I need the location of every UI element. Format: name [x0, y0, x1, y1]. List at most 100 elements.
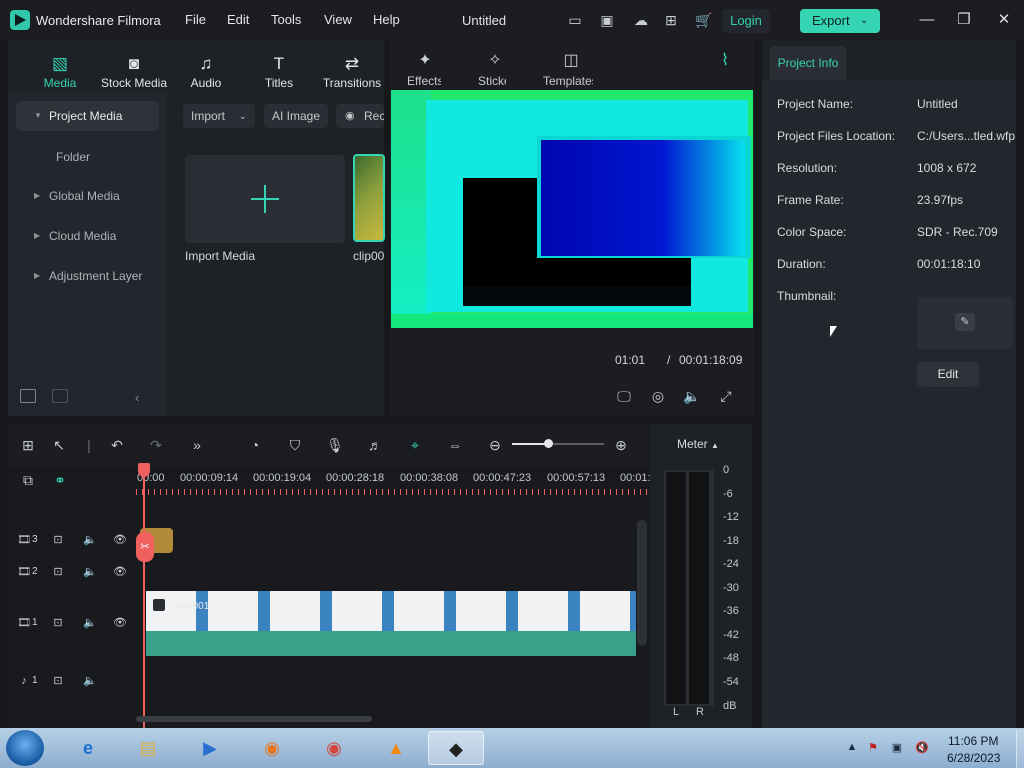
new-folder-icon[interactable] [20, 389, 36, 403]
preview-video[interactable] [391, 90, 753, 328]
audio-edit-icon[interactable]: ♬ [366, 436, 384, 454]
menu-tools[interactable]: Tools [271, 12, 301, 27]
tab-effects-label[interactable]: Effects [407, 74, 441, 88]
internet-explorer-icon[interactable]: e [60, 731, 116, 765]
select-pointer-icon[interactable]: ↖ [50, 436, 68, 454]
timeline-vertical-scrollbar[interactable] [637, 520, 647, 646]
volume-icon[interactable]: 🔈 [683, 388, 701, 404]
scissors-icon[interactable]: ✂ [136, 532, 154, 562]
speaker-icon[interactable]: 🔈 [82, 673, 98, 689]
zoom-out-icon[interactable]: ⊖ [486, 436, 504, 454]
clip-type-icon [153, 599, 165, 611]
templates-icon[interactable]: ◫ [560, 50, 582, 72]
speed-icon[interactable]: ◔ [246, 436, 264, 454]
sidebar-item-project-media[interactable]: ▼ Project Media [16, 101, 159, 131]
import-media-tile[interactable] [185, 155, 345, 243]
show-desktop-button[interactable] [1016, 730, 1024, 768]
menu-view[interactable]: View [324, 12, 352, 27]
timeline-horizontal-scrollbar[interactable] [136, 716, 372, 722]
add-track-icon[interactable]: ⧉ [19, 471, 37, 489]
waveform-chart-icon[interactable]: ⌇ [714, 50, 736, 72]
close-icon[interactable]: ✕ [995, 11, 1013, 29]
import-dropdown[interactable]: Import ⌄ [183, 104, 255, 128]
save-icon[interactable]: ▣ [598, 11, 616, 29]
mouse-cursor-icon [830, 326, 837, 337]
marker-icon[interactable]: ⛉ [286, 436, 304, 454]
collapse-sidebar-icon[interactable]: ‹ [135, 390, 139, 405]
eye-icon[interactable]: 👁 [112, 564, 128, 580]
volume-muted-icon[interactable]: 🔇 [915, 741, 929, 755]
pencil-icon[interactable]: ✎ [955, 313, 975, 331]
tray-expand-icon[interactable]: ▲ [845, 741, 859, 755]
sticker-icon[interactable]: ✧ [484, 50, 506, 72]
tray-flag-icon[interactable]: ⚑ [866, 741, 880, 755]
firefox-icon[interactable]: ◉ [244, 731, 300, 765]
music-note-icon: ♫ [199, 54, 213, 73]
export-button[interactable]: Export ⌄ [800, 9, 880, 33]
cloud-upload-icon[interactable]: ☁ [632, 11, 650, 29]
current-time[interactable]: 01:01 [615, 353, 645, 367]
filmora-taskbar-icon[interactable]: ◆ [428, 731, 484, 765]
chevron-down-icon[interactable]: ⌄ [860, 9, 868, 33]
layout-icon[interactable]: ▭ [566, 11, 584, 29]
playhead-line[interactable] [143, 466, 145, 728]
clip-thumbnail[interactable] [353, 154, 385, 242]
tray-clock-date[interactable]: 6/28/2023 [947, 751, 1000, 765]
folder-icon[interactable] [52, 389, 68, 403]
export-label: Export [812, 13, 850, 28]
speaker-icon[interactable]: 🔈 [82, 615, 98, 631]
vlc-icon[interactable]: ▲ [368, 731, 424, 765]
tray-clock-time[interactable]: 11:06 PM [948, 734, 998, 748]
start-button[interactable] [6, 730, 44, 766]
ai-image-button[interactable]: AI Image [264, 104, 328, 128]
tab-project-info[interactable]: Project Info [770, 46, 846, 80]
lock-icon[interactable]: ⊡ [50, 615, 66, 631]
tab-stickers-label[interactable]: Stickers [478, 74, 506, 88]
display-icon[interactable]: 🖵 [615, 388, 633, 404]
tab-templates-label[interactable]: Templates [543, 74, 593, 88]
sidebar-item-adjustment-layer[interactable]: ▶ Adjustment Layer [16, 261, 159, 291]
timeline-ruler[interactable] [136, 489, 650, 495]
redo-icon[interactable]: ↷ [147, 436, 165, 454]
login-button[interactable]: Login [722, 9, 770, 33]
speaker-icon[interactable]: 🔈 [82, 532, 98, 548]
lock-icon[interactable]: ⊡ [50, 564, 66, 580]
media-player-icon[interactable]: ▶ [182, 731, 238, 765]
grid-apps-icon[interactable]: ⊞ [662, 11, 680, 29]
total-time: 00:01:18:09 [679, 353, 743, 367]
speaker-icon[interactable]: 🔈 [82, 564, 98, 580]
meter-dropdown[interactable]: Meter ▲ [677, 437, 719, 451]
layout-grid-icon[interactable]: ⊞ [19, 436, 37, 454]
more-icon[interactable]: » [188, 436, 206, 454]
eye-icon[interactable]: 👁 [112, 615, 128, 631]
media-icon: ▧ [51, 54, 69, 73]
undo-icon[interactable]: ↶ [108, 436, 126, 454]
eye-icon[interactable]: 👁 [112, 532, 128, 548]
camera-icon[interactable]: ◎ [649, 388, 667, 404]
menu-help[interactable]: Help [373, 12, 400, 27]
record-button[interactable]: ◉ Record [336, 104, 384, 128]
playhead-handle[interactable] [138, 463, 150, 477]
effects-star-icon[interactable]: ✦ [414, 50, 436, 72]
sidebar-item-folder[interactable]: Folder [56, 150, 90, 164]
zoom-slider-handle[interactable] [544, 439, 553, 448]
fit-icon[interactable]: ⇔ [446, 436, 464, 454]
menu-file[interactable]: File [185, 12, 206, 27]
sidebar-item-global-media[interactable]: ▶ Global Media [16, 181, 159, 211]
file-explorer-icon[interactable]: ▤ [120, 731, 176, 765]
microphone-icon[interactable]: 🎙 [326, 436, 344, 454]
lock-icon[interactable]: ⊡ [50, 673, 66, 689]
link-icon[interactable]: ⚭ [51, 471, 69, 489]
zoom-in-icon[interactable]: ⊕ [612, 436, 630, 454]
menu-edit[interactable]: Edit [227, 12, 249, 27]
lock-icon[interactable]: ⊡ [50, 532, 66, 548]
sidebar-item-cloud-media[interactable]: ▶ Cloud Media [16, 221, 159, 251]
snap-icon[interactable]: ⌖ [406, 436, 424, 454]
restore-icon[interactable]: ❐ [955, 11, 973, 29]
chrome-icon[interactable]: ◉ [306, 731, 362, 765]
minimize-icon[interactable]: — [918, 11, 936, 29]
network-icon[interactable]: ▣ [890, 741, 904, 755]
edit-button[interactable]: Edit [917, 362, 979, 387]
cart-icon[interactable]: 🛒 [695, 11, 713, 29]
fullscreen-icon[interactable]: ⤢ [717, 388, 735, 404]
